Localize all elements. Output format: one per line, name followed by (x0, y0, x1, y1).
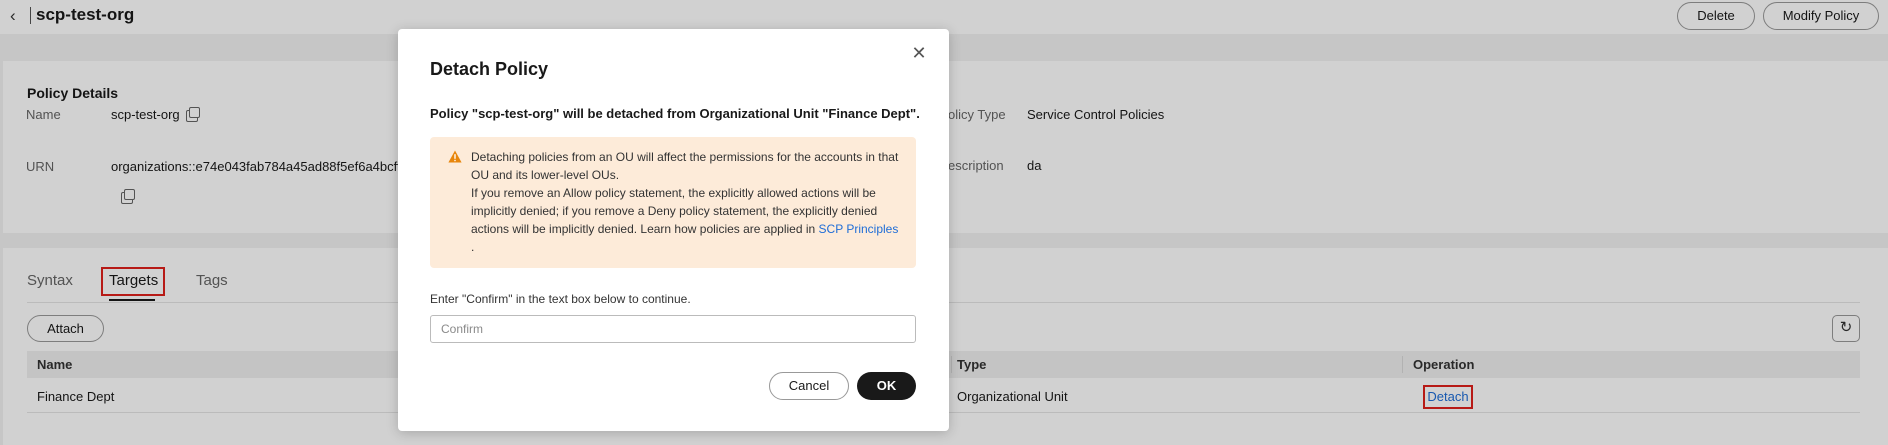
cancel-button[interactable]: Cancel (769, 372, 849, 400)
warning-box: Detaching policies from an OU will affec… (430, 137, 916, 268)
warning-line-1: Detaching policies from an OU will affec… (471, 150, 899, 182)
warning-icon (448, 150, 462, 163)
warning-line-2-text: If you remove an Allow policy statement,… (471, 186, 878, 236)
ok-button[interactable]: OK (857, 372, 916, 400)
confirm-hint: Enter "Confirm" in the text box below to… (430, 292, 691, 306)
close-icon[interactable]: ✕ (911, 44, 927, 62)
detach-policy-dialog: ✕ Detach Policy Policy "scp-test-org" wi… (398, 29, 949, 431)
warning-text: Detaching policies from an OU will affec… (471, 148, 907, 256)
dialog-title: Detach Policy (430, 59, 549, 79)
warning-line-2: If you remove an Allow policy statement,… (471, 184, 907, 238)
detach-message: Policy "scp-test-org" will be detached f… (430, 106, 920, 121)
warning-suffix: . (471, 240, 475, 254)
scp-principles-link[interactable]: SCP Principles (819, 222, 899, 236)
confirm-input[interactable] (430, 315, 916, 343)
